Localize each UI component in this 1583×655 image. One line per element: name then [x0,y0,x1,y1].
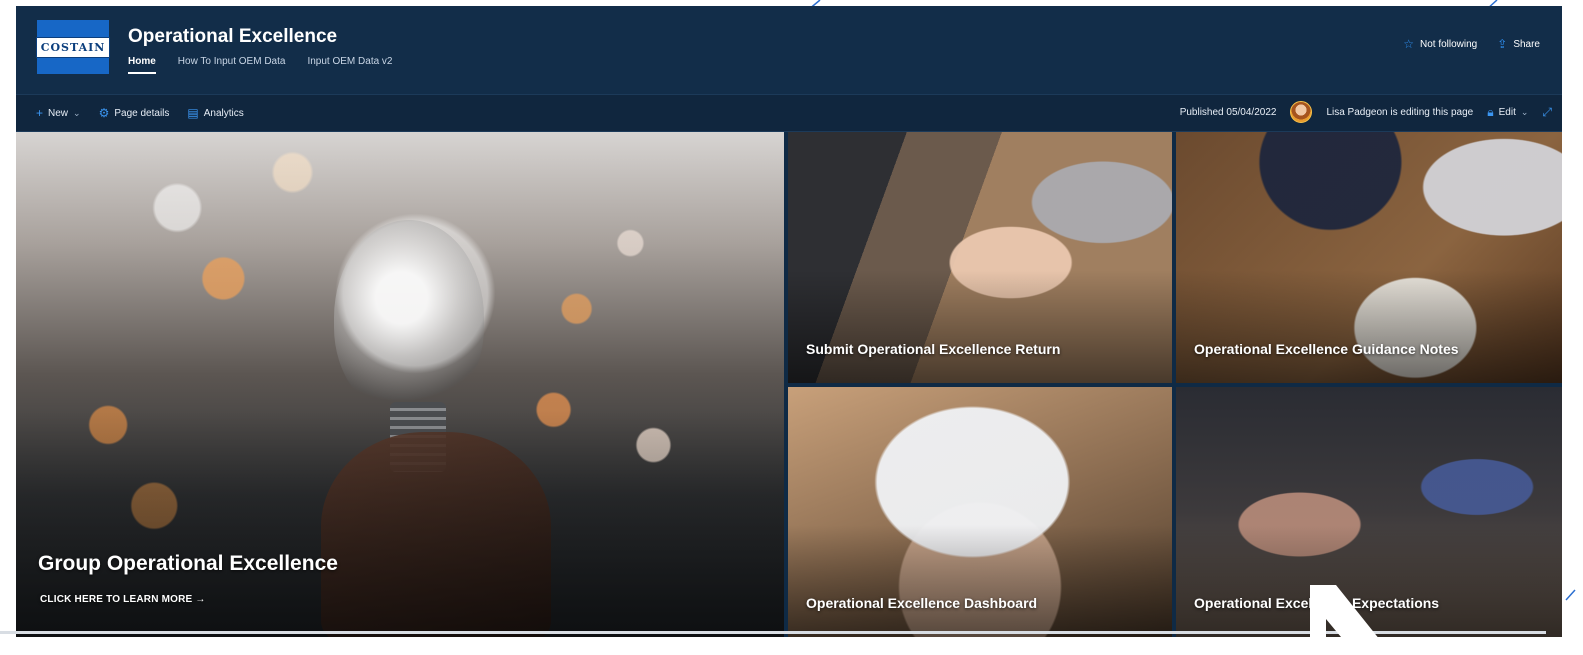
nav-home[interactable]: Home [128,56,156,74]
page-details-label: Page details [114,107,170,119]
command-bar-right: Published 05/04/2022 Lisa Padgeon is edi… [1180,101,1552,123]
tile-label: Submit Operational Excellence Return [806,341,1061,357]
tile-shade [788,524,1172,637]
share-icon: ⇪ [1497,37,1508,51]
expand-button[interactable]: ⤢ [1542,105,1552,120]
site-header: COSTAIN Operational Excellence Home How … [16,6,1562,94]
lock-icon: 🔒︎ [1487,104,1494,119]
nav-input-oem-data-v2[interactable]: Input OEM Data v2 [307,56,392,74]
lightbulb-image [334,220,484,415]
star-icon: ☆ [1403,37,1414,51]
follow-button[interactable]: ☆ Not following [1403,37,1477,51]
cursor-arrow-icon [1310,585,1392,655]
edit-label: Edit [1498,106,1516,118]
header-actions: ☆ Not following ⇪ Share [1403,37,1540,51]
chevron-down-icon: ⌄ [73,107,81,118]
command-bar-left: + New ⌄ ⚙ Page details ▤ Analytics [36,106,244,120]
sharepoint-page: COSTAIN Operational Excellence Home How … [16,6,1562,637]
nav-how-to-input-oem-data[interactable]: How To Input OEM Data [178,56,286,74]
tile-label: Operational Excellence Guidance Notes [1194,341,1459,357]
tile-shade [788,270,1172,383]
command-bar: + New ⌄ ⚙ Page details ▤ Analytics Publi… [16,94,1562,132]
hero-main-tile[interactable]: Group Operational Excellence CLICK HERE … [16,132,784,637]
follow-label: Not following [1419,38,1478,50]
tile-guidance-notes[interactable]: Operational Excellence Guidance Notes [1176,132,1562,383]
site-logo[interactable]: COSTAIN [35,20,111,74]
site-title[interactable]: Operational Excellence [128,26,337,48]
gear-icon: ⚙ [98,106,110,120]
chevron-down-icon: ⌄ [1520,106,1529,117]
new-label: New [48,107,69,119]
plus-icon: + [36,106,44,120]
tile-submit-return[interactable]: Submit Operational Excellence Return [788,132,1172,383]
hero-webpart: Group Operational Excellence CLICK HERE … [16,132,1562,637]
analytics-button[interactable]: ▤ Analytics [187,106,243,120]
expand-icon: ⤢ [1542,104,1552,119]
hero-main-title: Group Operational Excellence [38,552,338,575]
new-button[interactable]: + New ⌄ [36,106,81,120]
learn-more-link[interactable]: CLICK HERE TO LEARN MORE → [40,594,206,605]
site-navigation: Home How To Input OEM Data Input OEM Dat… [128,56,393,74]
editing-status: Lisa Padgeon is editing this page [1326,106,1474,118]
edit-button[interactable]: 🔒︎ Edit ⌄ [1487,105,1528,120]
avatar[interactable] [1290,101,1313,123]
tile-dashboard[interactable]: Operational Excellence Dashboard [788,387,1172,637]
share-button[interactable]: ⇪ Share [1497,37,1540,51]
page-details-button[interactable]: ⚙ Page details [99,106,170,120]
analytics-icon: ▤ [187,106,199,120]
published-date: Published 05/04/2022 [1179,106,1277,118]
tile-shade [1176,270,1562,383]
logo-text: COSTAIN [35,36,111,58]
analytics-label: Analytics [203,107,244,119]
tile-label: Operational Excellence Dashboard [806,595,1038,611]
share-label: Share [1513,38,1540,50]
